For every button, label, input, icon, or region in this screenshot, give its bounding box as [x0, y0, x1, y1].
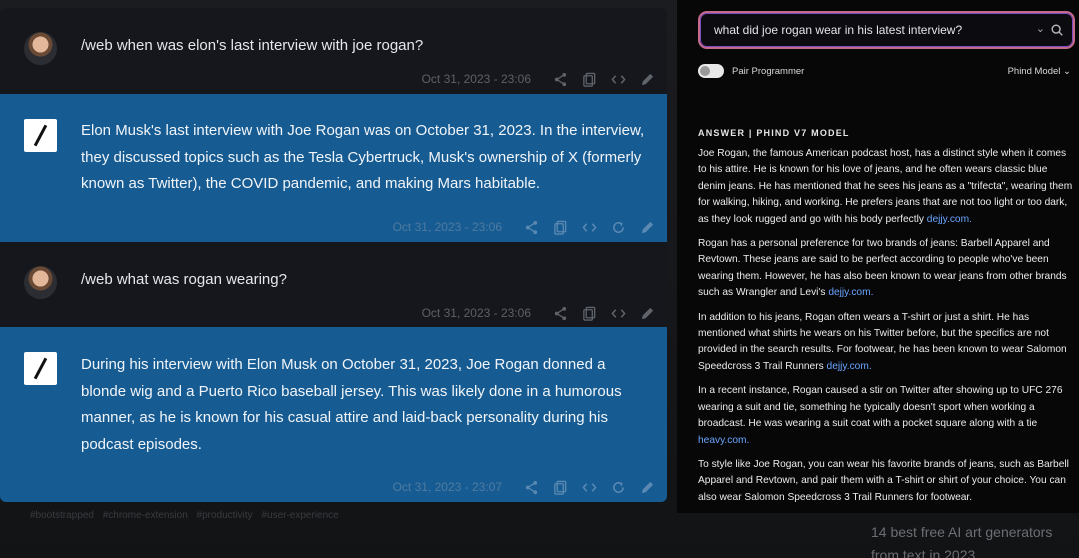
answer-body: Joe Rogan, the famous American podcast h… — [698, 146, 1076, 514]
paragraph-text: Joe Rogan, the famous American podcast h… — [698, 148, 1073, 225]
message-text: Elon Musk's last interview with Joe Roga… — [81, 122, 645, 192]
share-icon[interactable] — [524, 220, 539, 235]
copy-icon[interactable] — [553, 480, 568, 495]
pair-programmer-label: Pair Programmer — [732, 66, 805, 77]
code-icon[interactable] — [611, 306, 626, 321]
user-message: /web what was rogan wearing? Oct 31, 202… — [0, 242, 667, 327]
source-link[interactable]: heavy.com. — [698, 435, 749, 446]
copy-icon[interactable] — [553, 220, 568, 235]
answer-paragraph: Joe Rogan, the famous American podcast h… — [698, 146, 1076, 228]
assistant-message: During his interview with Elon Musk on O… — [0, 327, 667, 502]
answer-paragraph: In a recent instance, Rogan caused a sti… — [698, 383, 1076, 449]
timestamp: Oct 31, 2023 - 23:07 — [392, 480, 502, 494]
tag-list: #bootstrapped #chrome-extension #product… — [30, 510, 339, 521]
paragraph-text: To style like Joe Rogan, you can wear hi… — [698, 458, 1069, 503]
timestamp: Oct 31, 2023 - 23:06 — [392, 220, 502, 234]
screen: /web when was elon's last interview with… — [0, 0, 1079, 558]
message-text: During his interview with Elon Musk on O… — [81, 356, 622, 453]
share-icon[interactable] — [553, 306, 568, 321]
search-input[interactable]: what did joe rogan wear in his latest in… — [698, 11, 1075, 49]
source-link[interactable]: dejjy.com. — [828, 287, 873, 298]
search-panel: what did joe rogan wear in his latest in… — [677, 0, 1079, 513]
answer-paragraph: Rogan has a personal preference for two … — [698, 236, 1076, 302]
assistant-message: Elon Musk's last interview with Joe Roga… — [0, 94, 667, 242]
edit-icon[interactable] — [640, 480, 655, 495]
message-actions: Oct 31, 2023 - 23:07 — [393, 477, 655, 497]
timestamp: Oct 31, 2023 - 23:06 — [421, 306, 531, 320]
chat-thread: /web when was elon's last interview with… — [0, 8, 667, 502]
phind-logo — [24, 352, 57, 385]
copy-icon[interactable] — [582, 306, 597, 321]
share-icon[interactable] — [524, 480, 539, 495]
source-link[interactable]: dejjy.com. — [927, 214, 972, 225]
timestamp: Oct 31, 2023 - 23:06 — [421, 72, 531, 86]
user-message: /web when was elon's last interview with… — [0, 8, 667, 94]
message-actions: Oct 31, 2023 - 23:06 — [422, 303, 655, 323]
regenerate-icon[interactable] — [611, 480, 626, 495]
pair-programmer-toggle[interactable] — [698, 64, 724, 78]
message-text: /web what was rogan wearing? — [81, 271, 287, 288]
search-query: what did joe rogan wear in his latest in… — [714, 23, 963, 37]
paragraph-text: In addition to his jeans, Rogan often we… — [698, 311, 1067, 372]
share-icon[interactable] — [553, 72, 568, 87]
code-icon[interactable] — [582, 480, 597, 495]
edit-icon[interactable] — [640, 72, 655, 87]
regenerate-icon[interactable] — [611, 220, 626, 235]
model-select[interactable]: Phind Model ⌄ — [1008, 66, 1071, 77]
code-icon[interactable] — [582, 220, 597, 235]
avatar — [24, 266, 57, 299]
search-icon[interactable] — [1050, 23, 1064, 37]
edit-icon[interactable] — [640, 306, 655, 321]
copy-icon[interactable] — [582, 72, 597, 87]
chevron-down-icon[interactable]: ⌄ — [1036, 22, 1045, 35]
answer-heading: ANSWER | PHIND V7 MODEL — [698, 128, 850, 138]
answer-paragraph: In addition to his jeans, Rogan often we… — [698, 310, 1076, 376]
phind-logo — [24, 119, 57, 152]
source-link[interactable]: dejjy.com. — [827, 361, 872, 372]
message-text: /web when was elon's last interview with… — [81, 37, 424, 54]
avatar — [24, 32, 57, 65]
paragraph-text: Rogan has a personal preference for two … — [698, 238, 1067, 299]
message-actions: Oct 31, 2023 - 23:06 — [393, 217, 655, 237]
model-select-label: Phind Model — [1007, 66, 1061, 77]
background-article-title: 14 best free AI art generators from text… — [871, 524, 1053, 558]
paragraph-text: In a recent instance, Rogan caused a sti… — [698, 385, 1063, 430]
code-icon[interactable] — [611, 72, 626, 87]
message-actions: Oct 31, 2023 - 23:06 — [422, 69, 655, 89]
edit-icon[interactable] — [640, 220, 655, 235]
answer-paragraph: To style like Joe Rogan, you can wear hi… — [698, 457, 1076, 506]
